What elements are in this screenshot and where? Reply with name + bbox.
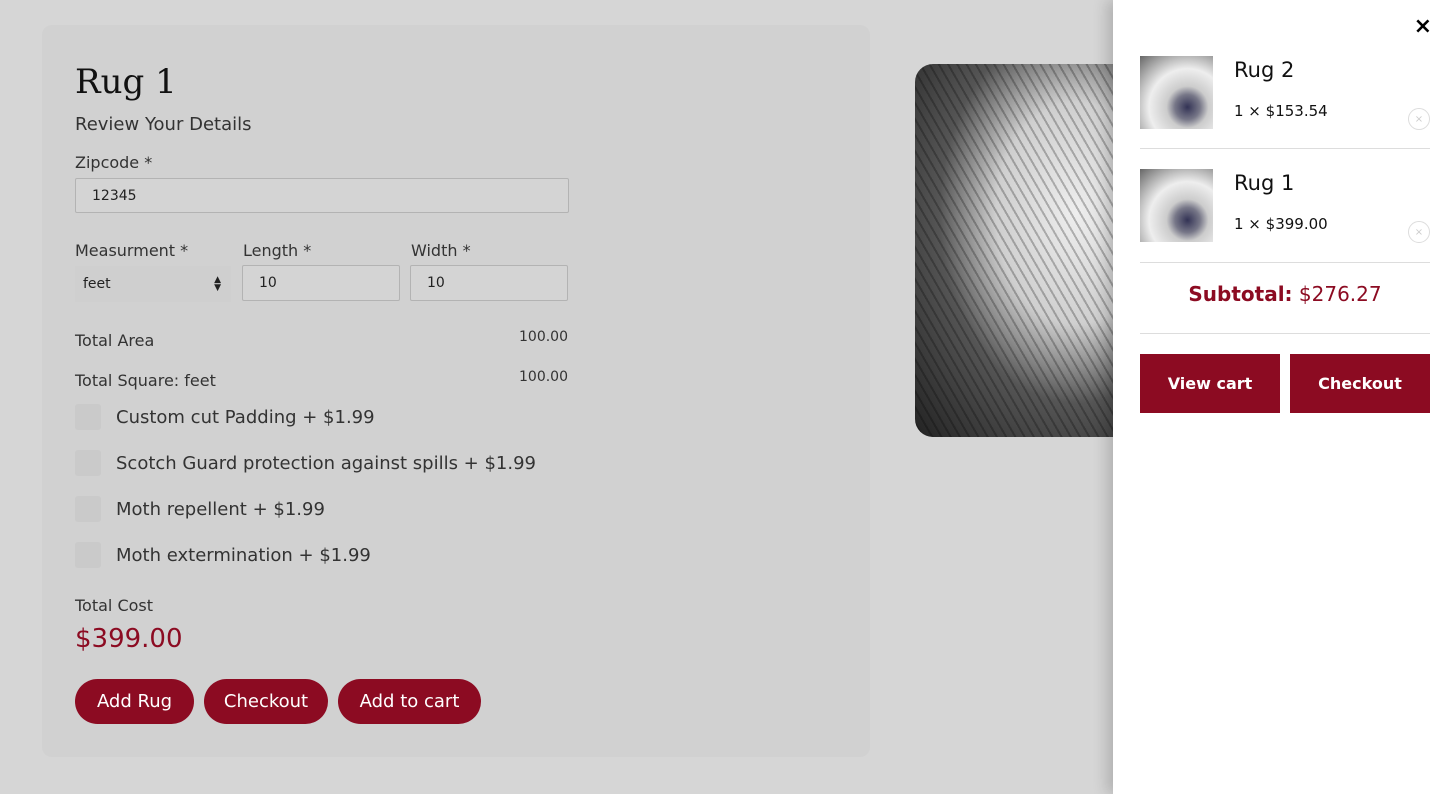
measurement-select[interactable]: feet ▲ ▼: [75, 266, 231, 302]
divider: [1140, 333, 1430, 334]
add-to-cart-button[interactable]: Add to cart: [338, 679, 481, 724]
cart-item-qty-price: 1 × $399.00: [1234, 215, 1328, 233]
total-square-value: 100.00: [519, 369, 568, 385]
drawer-checkout-button[interactable]: Checkout: [1290, 354, 1430, 413]
remove-item-icon[interactable]: ×: [1408, 221, 1430, 243]
option-label: Custom cut Padding + $1.99: [116, 406, 375, 428]
cart-drawer: × Rug 2 1 × $153.54 × Rug 1 1 × $399.00 …: [1113, 0, 1446, 794]
width-input[interactable]: 10: [410, 265, 568, 301]
page-title: Rug 1: [75, 62, 177, 102]
length-input[interactable]: 10: [242, 265, 400, 301]
divider: [1140, 148, 1430, 149]
option-label: Moth repellent + $1.99: [116, 498, 325, 520]
total-square-label: Total Square: feet: [75, 371, 216, 390]
remove-item-icon[interactable]: ×: [1408, 108, 1430, 130]
option-custom-padding[interactable]: Custom cut Padding + $1.99: [75, 404, 375, 430]
cart-item-qty-price: 1 × $153.54: [1234, 102, 1328, 120]
measurement-label: Measurment *: [75, 241, 189, 260]
subtotal-value: $276.27: [1298, 282, 1382, 306]
cart-item-thumbnail[interactable]: [1140, 56, 1213, 129]
checkbox[interactable]: [75, 450, 101, 476]
cart-subtotal: Subtotal: $276.27: [1140, 282, 1430, 306]
option-label: Moth extermination + $1.99: [116, 544, 371, 566]
zipcode-label: Zipcode *: [75, 153, 153, 172]
subtitle: Review Your Details: [75, 114, 252, 135]
cart-item-name[interactable]: Rug 1: [1234, 171, 1294, 195]
measurement-value: feet: [83, 276, 111, 292]
checkbox[interactable]: [75, 542, 101, 568]
option-label: Scotch Guard protection against spills +…: [116, 452, 537, 474]
select-arrows-icon: ▲ ▼: [214, 275, 221, 293]
option-moth-extermination[interactable]: Moth extermination + $1.99: [75, 542, 371, 568]
divider: [1140, 262, 1430, 263]
checkout-button[interactable]: Checkout: [204, 679, 328, 724]
add-rug-button[interactable]: Add Rug: [75, 679, 194, 724]
checkbox[interactable]: [75, 496, 101, 522]
checkbox[interactable]: [75, 404, 101, 430]
cart-item: Rug 2 1 × $153.54 ×: [1140, 56, 1430, 156]
total-area-label: Total Area: [75, 331, 155, 350]
option-moth-repellent[interactable]: Moth repellent + $1.99: [75, 496, 325, 522]
option-scotch-guard[interactable]: Scotch Guard protection against spills +…: [75, 450, 536, 476]
zipcode-input[interactable]: 12345: [75, 178, 569, 213]
close-icon[interactable]: ×: [1414, 14, 1432, 39]
subtotal-label: Subtotal:: [1188, 282, 1293, 306]
cart-item-thumbnail[interactable]: [1140, 169, 1213, 242]
cart-item: Rug 1 1 × $399.00 ×: [1140, 169, 1430, 269]
view-cart-button[interactable]: View cart: [1140, 354, 1280, 413]
length-label: Length *: [243, 241, 312, 260]
total-cost-label: Total Cost: [75, 596, 154, 615]
total-cost-value: $399.00: [75, 624, 183, 654]
cart-item-name[interactable]: Rug 2: [1234, 58, 1294, 82]
width-label: Width *: [411, 241, 471, 260]
total-area-value: 100.00: [519, 329, 568, 345]
rug-image: [915, 64, 1145, 437]
